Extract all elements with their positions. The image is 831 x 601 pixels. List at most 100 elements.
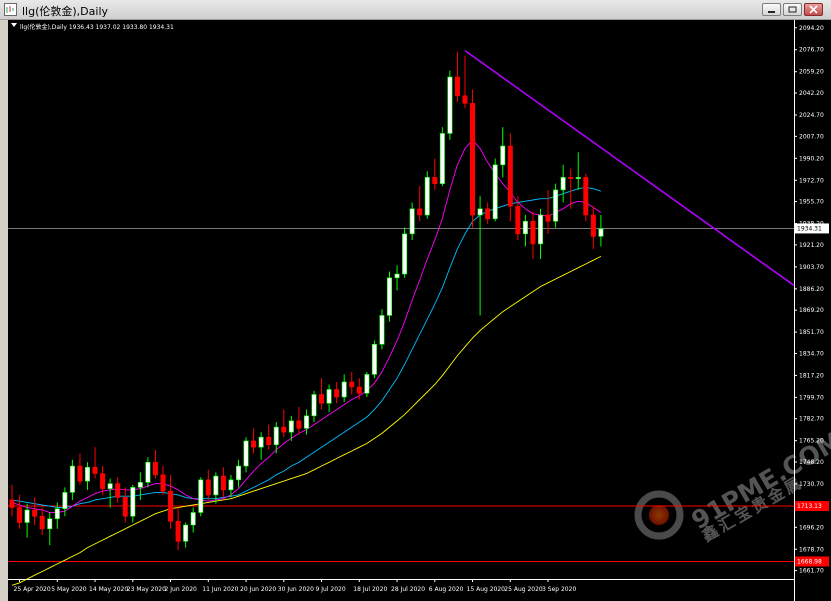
- candle-body: [220, 475, 226, 491]
- price-tick-label: 1696.20: [799, 524, 824, 531]
- price-tick-label: 1903.70: [799, 264, 824, 271]
- bull-candle: [85, 462, 91, 490]
- title-bar[interactable]: llg(伦敦金),Daily: [0, 0, 831, 20]
- price-tick-label: 1799.70: [799, 394, 824, 401]
- bull-candle: [402, 227, 408, 278]
- candle-body: [326, 389, 332, 404]
- time-tick-label: 25 Apr 2020: [14, 586, 51, 593]
- bear-candle: [545, 189, 551, 234]
- bear-candle: [9, 484, 15, 517]
- price-tick-label: 2042.20: [799, 90, 824, 97]
- candle-body: [386, 277, 392, 316]
- bear-candle: [220, 467, 226, 498]
- bull-candle: [575, 152, 581, 190]
- candle-body: [553, 189, 559, 222]
- bull-candle: [371, 340, 377, 379]
- candle-body: [462, 95, 468, 104]
- bear-candle: [152, 449, 158, 479]
- bull-candle: [477, 196, 483, 316]
- price-tick-label: 1765.20: [799, 438, 824, 445]
- bull-candle: [492, 158, 498, 222]
- candle-body: [281, 426, 287, 433]
- candle-body: [439, 133, 445, 184]
- bull-candle: [198, 477, 204, 517]
- candles: [9, 51, 604, 551]
- price-chart[interactable]: 91PME.COM 鑫汇宝贵金属 2094.202076.702059.2020…: [8, 20, 831, 601]
- trendline-group[interactable]: [464, 49, 795, 287]
- price-tick-label: 1972.70: [799, 177, 824, 184]
- bear-candle: [417, 186, 423, 222]
- candle-body: [454, 76, 460, 97]
- bull-candle: [47, 512, 53, 546]
- bull-candle: [326, 384, 332, 413]
- bear-candle: [77, 453, 83, 485]
- time-tick-label: 2 Jun 2020: [165, 586, 197, 593]
- price-tick-label: 2076.70: [799, 47, 824, 54]
- bear-candle: [590, 206, 596, 249]
- candle-body: [168, 490, 174, 522]
- level-label: 1713.13: [797, 503, 822, 510]
- candle-body: [205, 479, 211, 496]
- time-tick-label: 14 May 2020: [89, 586, 128, 593]
- candle-body: [379, 315, 385, 345]
- restore-icon: [788, 6, 797, 13]
- time-tick-label: 9 Jul 2020: [316, 586, 346, 593]
- candle-body: [530, 221, 536, 245]
- candle-body: [77, 465, 83, 482]
- close-button[interactable]: [804, 3, 823, 16]
- candle-body: [349, 381, 355, 388]
- time-tick-label: 25 Aug 2020: [504, 586, 543, 593]
- restore-button[interactable]: [783, 3, 802, 16]
- candle-body: [47, 518, 53, 530]
- bull-candle: [598, 215, 604, 247]
- candle-body: [137, 482, 143, 488]
- candle-body: [568, 177, 574, 179]
- bull-candle: [303, 409, 309, 435]
- candle-body: [122, 497, 128, 517]
- bull-candle: [24, 503, 30, 538]
- time-axis: 25 Apr 2020 5 May 2020 14 May 202023 May 2…: [8, 579, 794, 593]
- bear-candle: [507, 133, 513, 222]
- bull-candle: [522, 215, 528, 247]
- bear-candle: [266, 424, 272, 450]
- candle-body: [409, 208, 415, 235]
- time-tick-label: 23 May 2020: [127, 586, 166, 593]
- price-tick-label: 2007.70: [799, 133, 824, 140]
- candle-body: [364, 374, 370, 394]
- bear-candle: [281, 409, 287, 438]
- bull-candle: [258, 432, 264, 460]
- bear-candle: [530, 211, 536, 259]
- candle-body: [371, 344, 377, 375]
- candle-body: [492, 164, 498, 220]
- candle-body: [213, 475, 219, 496]
- candle-body: [319, 394, 325, 404]
- candle-body: [39, 515, 45, 530]
- candle-body: [341, 381, 347, 398]
- candle-body: [394, 273, 400, 279]
- price-tick-label: 1678.70: [799, 546, 824, 553]
- price-tick-label: 1730.70: [799, 481, 824, 488]
- candle-body: [590, 214, 596, 237]
- candle-body: [160, 474, 166, 492]
- candle-body: [175, 520, 181, 542]
- candle-body: [424, 177, 430, 216]
- time-tick-label: 18 Jul 2020: [353, 586, 387, 593]
- candle-body: [485, 208, 491, 220]
- bull-candle: [409, 202, 415, 241]
- candle-body: [537, 214, 543, 245]
- minimize-button[interactable]: [762, 3, 781, 16]
- chart-area[interactable]: 91PME.COM 鑫汇宝贵金属 2094.20 2076.70 2059.20 20…: [8, 20, 831, 601]
- bear-candle: [485, 202, 491, 224]
- candle-body: [69, 465, 75, 493]
- bear-candle: [205, 469, 211, 500]
- time-tick-label: 6 Aug 2020: [429, 586, 464, 593]
- bear-candle: [251, 428, 257, 454]
- bear-candle: [160, 466, 166, 495]
- candle-body: [24, 509, 30, 523]
- candle-body: [85, 466, 91, 482]
- candle-body: [296, 420, 302, 429]
- candle-body: [243, 440, 249, 467]
- time-tick-label: 3 Sep 2020: [542, 586, 576, 593]
- price-tick-label: 1990.20: [799, 155, 824, 162]
- candle-body: [152, 461, 158, 476]
